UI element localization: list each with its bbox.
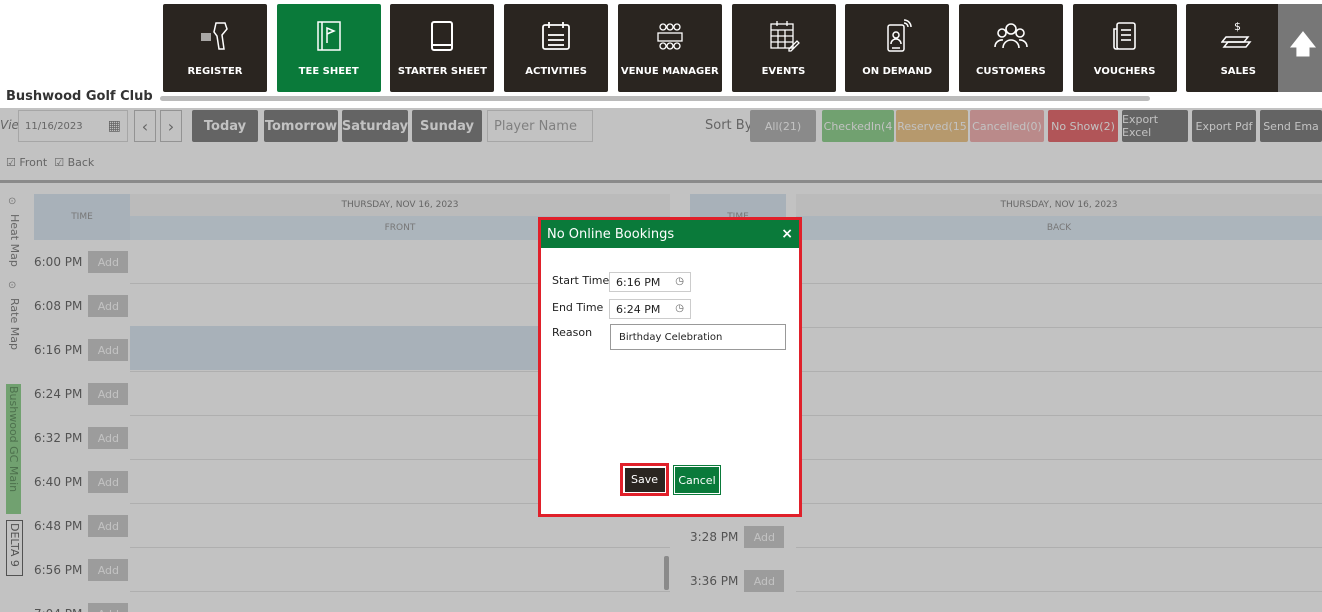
calendar-edit-icon <box>767 18 801 54</box>
save-button-highlight: Save <box>620 463 669 496</box>
club-name: Bushwood Golf Club <box>6 89 153 104</box>
money-icon: $ <box>1221 18 1255 54</box>
reason-label: Reason <box>552 326 593 339</box>
calendar-list-icon <box>539 18 573 54</box>
svg-text:$: $ <box>1234 20 1241 33</box>
start-time-label: Start Time <box>552 274 610 287</box>
no-online-bookings-dialog: No Online Bookings × Start Time 6:16 PM ◷… <box>538 217 802 517</box>
clock-icon[interactable]: ◷ <box>675 276 684 287</box>
nav-label: CUSTOMERS <box>976 66 1046 77</box>
clock-icon[interactable]: ◷ <box>675 303 684 314</box>
nav-label: SALES <box>1220 66 1256 77</box>
nav-vouchers-button[interactable]: VOUCHERS <box>1072 4 1177 92</box>
nav-venue-manager-button[interactable]: VENUE MANAGER <box>617 4 722 92</box>
nav-label: VOUCHERS <box>1093 66 1156 77</box>
nav-label: VENUE MANAGER <box>620 66 719 77</box>
start-time-value: 6:16 PM <box>616 275 661 289</box>
phone-signal-icon <box>882 18 912 54</box>
nav-scrollbar[interactable] <box>160 96 1150 101</box>
people-table-icon <box>653 18 687 54</box>
end-time-value: 6:24 PM <box>616 302 661 316</box>
cancel-button[interactable]: Cancel <box>673 465 721 495</box>
nav-register-button[interactable]: REGISTER <box>163 4 267 92</box>
nav-label: STARTER SHEET <box>397 66 487 77</box>
save-button[interactable]: Save <box>624 467 665 492</box>
start-time-input[interactable]: 6:16 PM ◷ <box>609 272 691 292</box>
scroll-up-button[interactable]: 🡅 <box>1278 4 1322 92</box>
voucher-list-icon <box>1110 18 1140 54</box>
nav-sales-button[interactable]: $ SALES <box>1186 4 1291 92</box>
reason-input[interactable]: Birthday Celebration <box>610 324 786 350</box>
nav-tee-sheet-button[interactable]: TEE SHEET <box>276 4 381 92</box>
nav-starter-sheet-button[interactable]: STARTER SHEET <box>390 4 495 92</box>
top-navigation: REGISTER TEE SHEET STARTER SHEET ACTIVITIES… <box>0 0 1322 108</box>
nav-activities-button[interactable]: ACTIVITIES <box>504 4 609 92</box>
nav-label: EVENTS <box>761 66 806 77</box>
nav-events-button[interactable]: EVENTS <box>731 4 836 92</box>
barcode-scanner-icon <box>198 18 232 54</box>
nav-label: ACTIVITIES <box>525 66 587 77</box>
tee-sheet-icon <box>314 18 344 54</box>
up-arrow-icon: 🡅 <box>1289 30 1317 60</box>
tablet-icon <box>428 18 456 54</box>
users-group-icon <box>993 18 1029 54</box>
nav-label: REGISTER <box>187 66 243 77</box>
dialog-title: No Online Bookings <box>547 226 675 242</box>
end-time-input[interactable]: 6:24 PM ◷ <box>609 299 691 319</box>
nav-on-demand-button[interactable]: ON DEMAND <box>845 4 950 92</box>
nav-label: TEE SHEET <box>298 66 359 77</box>
nav-customers-button[interactable]: CUSTOMERS <box>958 4 1063 92</box>
nav-label: ON DEMAND <box>862 66 933 77</box>
dialog-header: No Online Bookings × <box>541 220 799 248</box>
end-time-label: End Time <box>552 301 604 314</box>
close-icon[interactable]: × <box>781 226 793 242</box>
